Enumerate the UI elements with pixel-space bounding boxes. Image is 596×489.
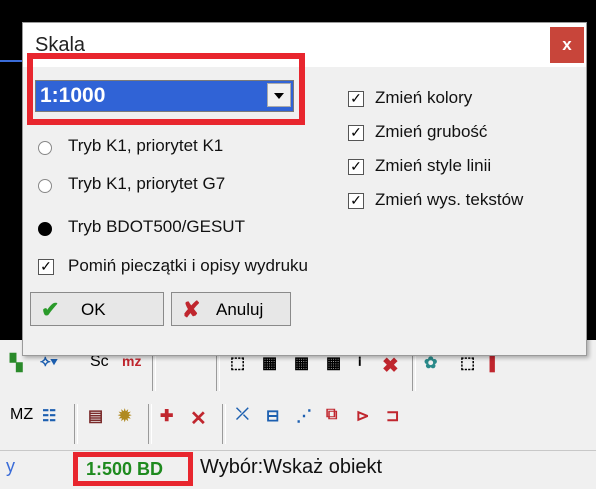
highlight-scale-select <box>27 53 305 125</box>
points-icon[interactable]: ⋰ <box>296 406 312 426</box>
cancel-button-label: Anuluj <box>216 300 264 319</box>
settings-icon[interactable]: ✹ <box>118 406 131 426</box>
radio-mode-k1-k1[interactable] <box>38 141 52 155</box>
list-icon[interactable]: ☷ <box>42 406 56 426</box>
mz-button[interactable]: MZ <box>10 406 33 424</box>
radio-mode-bdot500[interactable] <box>38 222 52 236</box>
check-icon: ✔ <box>41 297 60 322</box>
checkbox-skip-stamps[interactable]: ✓ <box>38 259 54 275</box>
frame-tool-icon[interactable]: ⬚ <box>460 353 475 373</box>
toolbar-separator <box>216 351 220 391</box>
checkbox-label-change-colors: Zmień kolory <box>375 88 473 107</box>
status-scale-box: 1:500 BD <box>73 452 193 486</box>
cancel-button[interactable]: ✘ Anuluj <box>171 292 291 326</box>
cancel-x-icon: ✘ <box>182 297 201 322</box>
checkbox-label-skip-stamps: Pomiń pieczątki i opisy wydruku <box>68 256 308 275</box>
grid-partial-icon[interactable]: ▦ <box>294 353 309 373</box>
radio-label-k1-k1: Tryb K1, priorytet K1 <box>68 136 224 155</box>
checkbox-change-colors[interactable]: ✓ <box>348 91 364 107</box>
frame-select-icon[interactable]: ⬚ <box>230 353 245 373</box>
radio-mode-k1-g7[interactable] <box>38 179 52 193</box>
toolbar-separator <box>412 351 416 391</box>
status-scale: 1:500 BD <box>86 459 164 479</box>
bracket-icon[interactable]: ⊐ <box>386 406 399 426</box>
info-icon[interactable]: ⁱ <box>358 353 362 378</box>
checkbox-change-thickness[interactable]: ✓ <box>348 125 364 141</box>
ok-button[interactable]: ✔ OK <box>30 292 164 326</box>
grid-check-icon[interactable]: ▦ <box>262 353 277 373</box>
layers-icon[interactable]: ▚ <box>10 353 22 373</box>
radio-label-bdot500: Tryb BDOT500/GESUT <box>68 217 245 236</box>
toolbar-separator <box>74 404 78 444</box>
checkbox-label-change-line-style: Zmień style linii <box>375 156 492 175</box>
rect-icon[interactable]: ⧉ <box>326 406 337 424</box>
ok-button-label: OK <box>81 300 106 319</box>
bar-icon[interactable]: ▍ <box>490 353 502 373</box>
toolbar-separator <box>148 404 152 444</box>
status-left-text: y <box>6 456 15 476</box>
grid-empty-icon[interactable]: ▦ <box>326 353 341 373</box>
add-point-icon[interactable]: ✚ <box>160 406 173 426</box>
toolbar-separator <box>222 404 226 444</box>
close-button[interactable]: x <box>550 27 584 63</box>
checkbox-label-change-thickness: Zmień grubość <box>375 122 488 141</box>
checkbox-change-line-style[interactable]: ✓ <box>348 159 364 175</box>
status-message: Wybór:Wskaż obiekt <box>200 456 383 478</box>
measure-icon[interactable]: ⤫ <box>236 406 249 424</box>
canvas-line <box>0 60 22 62</box>
toolbar-row-2: MZ ☷ ▤ ✹ ✚ ✕ ⤫ ⊟ ⋰ ⧉ ⊳ ⊐ <box>0 398 596 448</box>
radio-label-k1-g7: Tryb K1, priorytet G7 <box>68 174 226 193</box>
split-icon[interactable]: ⊟ <box>266 406 279 426</box>
toolbar-separator <box>152 351 156 391</box>
delete-icon[interactable]: ✕ <box>190 406 207 431</box>
objects-icon[interactable]: ✿ <box>424 353 437 373</box>
checkbox-change-text-height[interactable]: ✓ <box>348 193 364 209</box>
checkbox-label-change-text-height: Zmień wys. tekstów <box>375 190 524 209</box>
arrow-shape-icon[interactable]: ⊳ <box>356 406 369 426</box>
table-icon[interactable]: ▤ <box>88 406 103 426</box>
delete-selection-icon[interactable]: ✖ <box>382 353 399 378</box>
